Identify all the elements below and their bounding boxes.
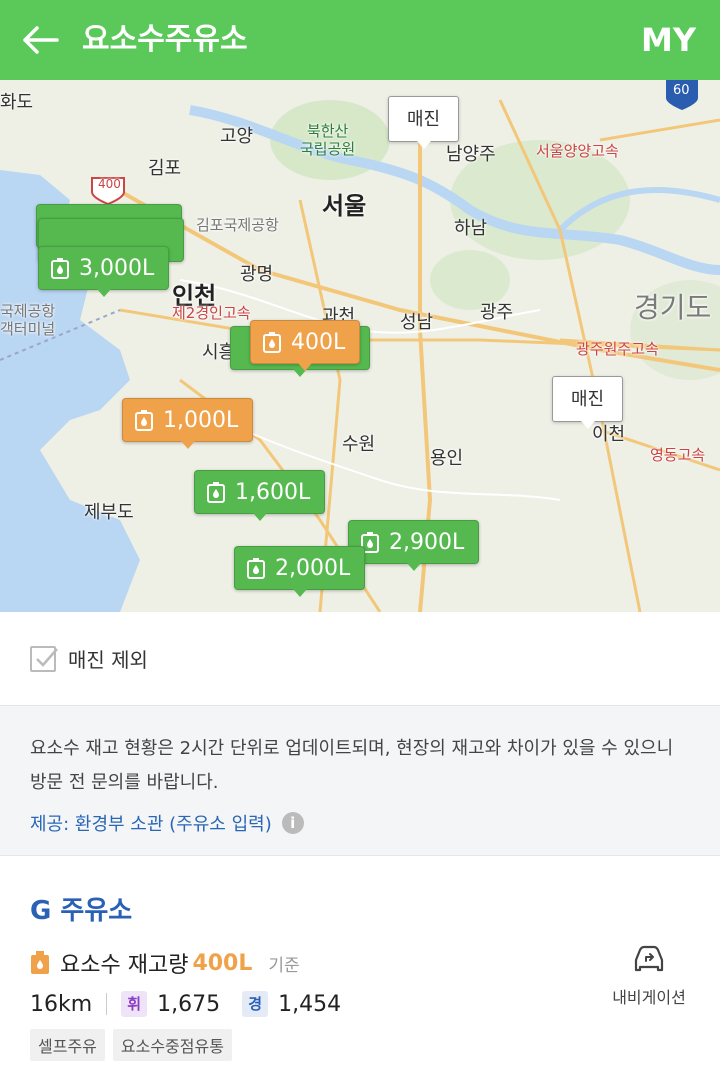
- route-400-label: 400: [98, 177, 121, 191]
- notice-source: 제공: 환경부 소관 (주유소 입력) i: [30, 810, 690, 836]
- station-name[interactable]: G 주유소: [30, 890, 690, 927]
- place-gimpo: 김포: [148, 158, 182, 179]
- urea-can-icon: [51, 258, 69, 279]
- urea-can-icon: [135, 410, 153, 431]
- stock-label: 3,000L: [79, 255, 155, 281]
- urea-can-icon: [247, 558, 265, 579]
- road-2nd-gyeongin: 제2경인고속: [172, 304, 251, 322]
- notice-panel: 요소수 재고 현황은 2시간 단위로 업데이트되며, 현장의 재고와 차이가 있…: [0, 706, 720, 856]
- check-icon: [36, 647, 58, 667]
- stock-row: 요소수 재고량 400L 기준: [30, 947, 690, 979]
- gasoline-badge: 휘: [121, 991, 148, 1017]
- place-gyeonggi: 경기도: [634, 291, 712, 324]
- place-bukhansan: 북한산 국립공원: [300, 122, 356, 158]
- car-navigation-icon: [634, 945, 664, 972]
- stock-label: 요소수 재고량: [60, 953, 189, 978]
- exclude-soldout-row[interactable]: 매진 제외: [0, 612, 720, 706]
- station-card[interactable]: G 주유소 요소수 재고량 400L 기준 16km 휘 1,675 경 1,4…: [0, 856, 720, 1092]
- navigation-button[interactable]: 내비게이션: [604, 944, 694, 1008]
- place-suwon: 수원: [342, 434, 376, 455]
- route-60-label: 60: [673, 83, 690, 98]
- stock-base: 기준: [268, 955, 300, 976]
- my-button[interactable]: MY: [641, 0, 696, 80]
- diesel-price: 1,454: [278, 991, 342, 1017]
- tag-list: 셀프주유 요소수중점유통: [30, 1029, 690, 1061]
- place-seoul: 서울: [322, 192, 367, 220]
- app-header: 요소수주유소 MY: [0, 0, 720, 80]
- distance: 16km: [30, 991, 93, 1017]
- stock-label: 2,900L: [389, 529, 465, 555]
- place-hwado: 화도: [0, 92, 34, 113]
- stock-label: 2,000L: [275, 555, 351, 581]
- road-seoul-yangyang: 서울양양고속: [536, 142, 619, 160]
- urea-can-icon: [31, 951, 49, 974]
- back-button[interactable]: [18, 18, 62, 62]
- stock-label: 400L: [291, 329, 346, 355]
- urea-can-icon: [263, 332, 281, 353]
- exclude-soldout-label: 매진 제외: [68, 648, 148, 672]
- stock-label: 1,000L: [163, 407, 239, 433]
- place-icheon: 이천: [592, 424, 626, 445]
- gasoline-price: 1,675: [157, 991, 221, 1017]
- divider: [106, 993, 108, 1015]
- place-gimpo-airport: 김포국제공항: [196, 216, 279, 234]
- station-marker-2900[interactable]: 2,900L: [348, 520, 480, 571]
- station-marker-400[interactable]: 400L: [250, 320, 361, 371]
- notice-text: 요소수 재고 현황은 2시간 단위로 업데이트되며, 현장의 재고와 차이가 있…: [30, 738, 674, 793]
- station-marker-2000[interactable]: 2,000L: [234, 546, 366, 597]
- place-namyangju: 남양주: [446, 144, 496, 165]
- place-gwangju: 광주: [480, 302, 514, 323]
- road-gwangju-wonju: 광주원주고속: [576, 340, 659, 358]
- place-yongin: 용인: [430, 448, 464, 469]
- station-marker-1600[interactable]: 1,600L: [194, 470, 326, 521]
- tag-self: 셀프주유: [30, 1029, 105, 1061]
- price-row: 16km 휘 1,675 경 1,454: [30, 991, 690, 1017]
- station-marker-1000[interactable]: 1,000L: [122, 398, 254, 449]
- info-icon[interactable]: i: [281, 812, 304, 834]
- arrow-left-icon: [23, 26, 59, 54]
- stock-value: 400L: [192, 950, 253, 976]
- soldout-marker[interactable]: 매진: [388, 96, 460, 149]
- page-title: 요소수주유소: [82, 22, 248, 57]
- exclude-soldout-checkbox[interactable]: [30, 645, 58, 672]
- road-yeongdong: 영동고속: [650, 446, 706, 464]
- source-label[interactable]: 제공: 환경부 소관 (주유소 입력): [30, 810, 272, 836]
- place-goyang: 고양: [220, 126, 254, 147]
- place-gwangmyeong: 광명: [240, 264, 274, 285]
- navigation-label: 내비게이션: [612, 988, 686, 1007]
- place-airport-terminal: 국제공항 객터미널: [0, 302, 56, 338]
- place-jebudo: 제부도: [84, 502, 134, 523]
- diesel-badge: 경: [242, 991, 269, 1017]
- map-view[interactable]: 화도 고양 북한산 국립공원 김포 서울 남양주 서울양양고속 김포국제공항 하…: [0, 80, 720, 612]
- tag-urea-priority: 요소수중점유통: [112, 1029, 232, 1061]
- urea-can-icon: [207, 482, 225, 503]
- station-marker-3000[interactable]: 3,000L: [38, 246, 170, 297]
- stock-label: 1,600L: [235, 479, 311, 505]
- place-hanam: 하남: [454, 218, 488, 239]
- place-seongnam: 성남: [400, 312, 434, 333]
- soldout-marker[interactable]: 매진: [552, 376, 624, 429]
